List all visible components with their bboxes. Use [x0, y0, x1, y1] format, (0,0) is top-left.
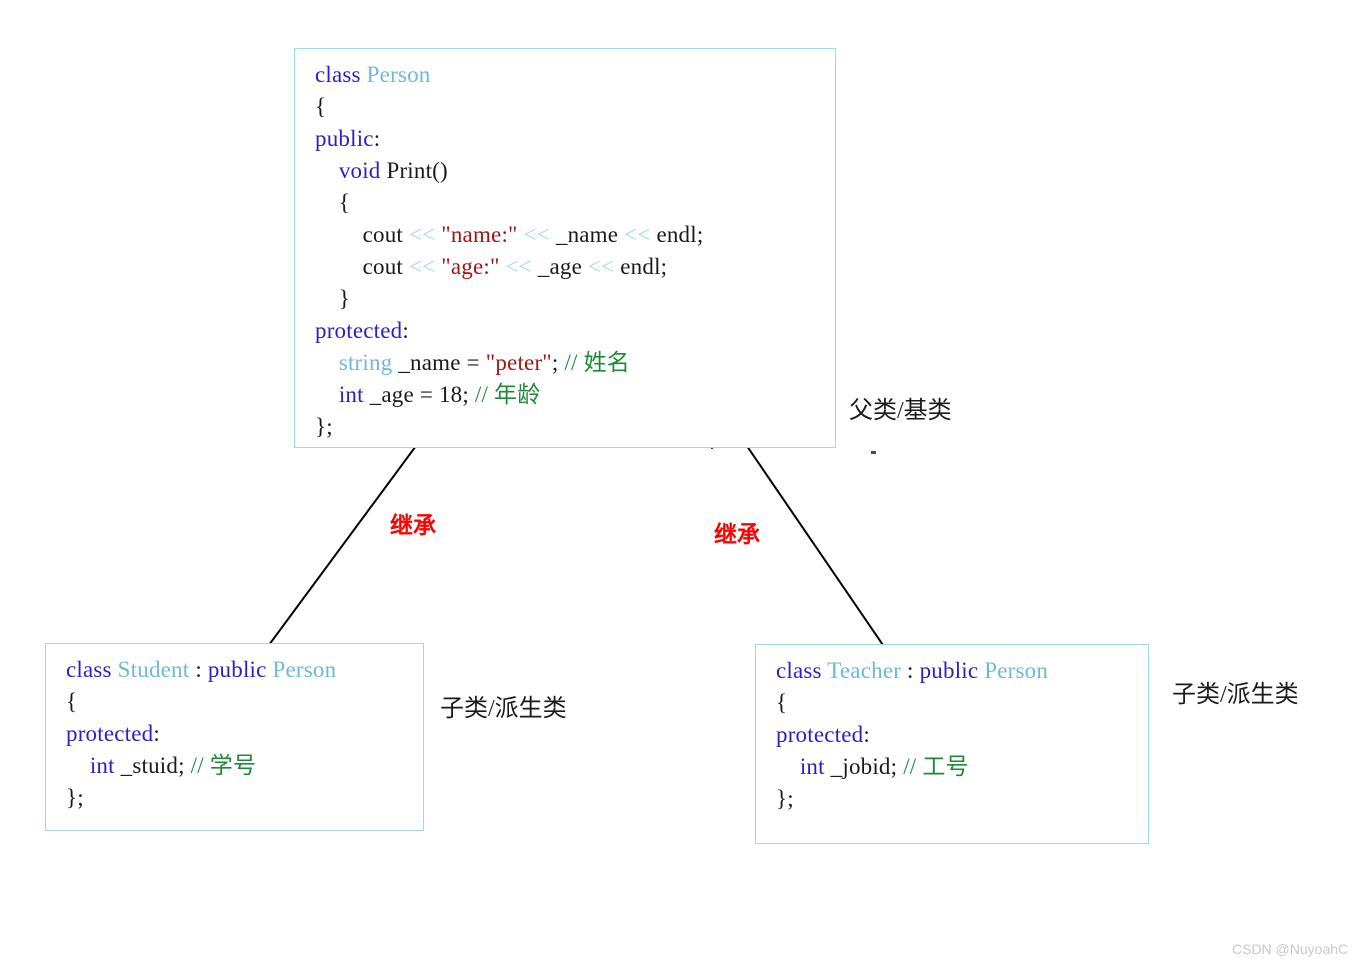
- code-token: Teacher: [827, 658, 908, 683]
- code-token: :: [863, 722, 870, 747]
- code-line: {: [315, 187, 821, 219]
- code-token: class: [66, 657, 118, 682]
- code-token: void: [338, 158, 387, 183]
- code-token: <<: [523, 222, 556, 247]
- code-token: _name =: [398, 350, 486, 375]
- person-class-box: class Person { public: void Print() { cout…: [294, 48, 836, 448]
- parent-class-label: 父类/基类: [849, 398, 952, 424]
- code-token: protected: [315, 318, 403, 343]
- code-token: public: [919, 658, 985, 683]
- inherit-label-right: 继承: [714, 522, 760, 547]
- code-token: };: [315, 414, 333, 439]
- code-token: int: [799, 754, 831, 779]
- code-token: public: [207, 657, 273, 682]
- diagram-canvas: class Person { public: void Print() { cout…: [0, 0, 1352, 970]
- code-token: public: [315, 126, 374, 151]
- code-line: int _stuid; // 学号: [66, 750, 409, 782]
- code-token: <<: [505, 254, 538, 279]
- code-token: endl;: [620, 254, 668, 279]
- code-line: string _name = "peter"; // 姓名: [315, 347, 821, 379]
- inherit-label-left: 继承: [390, 513, 436, 538]
- code-token: <<: [587, 254, 621, 279]
- code-line: cout << "age:" << _age << endl;: [315, 251, 821, 283]
- code-token: }: [315, 286, 351, 311]
- code-token: "age:": [441, 254, 500, 279]
- teacher-class-box: class Teacher : public Person { protected:…: [755, 644, 1149, 844]
- code-token: {: [66, 689, 78, 714]
- code-token: // 姓名: [564, 350, 630, 375]
- code-token: <<: [408, 254, 442, 279]
- code-line: cout << "name:" << _name << endl;: [315, 219, 821, 251]
- code-line: }: [315, 283, 821, 315]
- code-token: cout: [315, 254, 409, 279]
- code-token: _name: [555, 222, 625, 247]
- code-token: protected: [66, 721, 154, 746]
- code-token: :: [373, 126, 381, 151]
- child-class-label-teacher: 子类/派生类: [1172, 682, 1299, 708]
- code-token: <<: [624, 222, 657, 247]
- code-line: };: [66, 782, 409, 814]
- code-token: ;: [551, 350, 565, 375]
- code-token: Person: [984, 658, 1049, 683]
- code-line: };: [315, 411, 821, 443]
- code-token: Print(): [386, 158, 448, 183]
- code-line: protected:: [66, 718, 409, 750]
- code-token: :: [907, 658, 920, 683]
- code-token: :: [195, 657, 208, 682]
- code-token: cout: [315, 222, 409, 247]
- code-token: string: [338, 350, 399, 375]
- student-class-box: class Student : public Person { protected:…: [45, 643, 424, 831]
- code-token: _stuid;: [120, 753, 191, 778]
- code-token: endl;: [656, 222, 704, 247]
- code-token: {: [776, 690, 788, 715]
- code-token: _age: [537, 254, 588, 279]
- code-token: {: [315, 190, 351, 215]
- child-class-label-student: 子类/派生类: [440, 696, 567, 722]
- code-token: protected: [776, 722, 864, 747]
- code-line: {: [66, 686, 409, 718]
- code-token: };: [66, 785, 84, 810]
- code-token: :: [402, 318, 409, 343]
- csdn-watermark: CSDN @NuyoahC: [1232, 941, 1349, 957]
- teacher-code: class Teacher : public Person { protected:…: [776, 655, 1134, 815]
- code-line: class Student : public Person: [66, 654, 409, 686]
- code-line: {: [776, 687, 1134, 719]
- code-token: Person: [366, 62, 431, 87]
- code-line: {: [315, 91, 821, 123]
- code-token: :: [153, 721, 160, 746]
- code-line: void Print(): [315, 155, 821, 187]
- code-token: class: [315, 62, 367, 87]
- code-token: // 工号: [903, 754, 969, 779]
- code-token: "name:": [441, 222, 518, 247]
- code-token: // 学号: [190, 753, 257, 778]
- code-token: int: [338, 382, 370, 407]
- code-token: Person: [272, 657, 337, 682]
- stray-dot-artifact: [871, 451, 876, 454]
- code-token: };: [776, 786, 794, 811]
- code-line: class Teacher : public Person: [776, 655, 1134, 687]
- code-token: class: [776, 658, 828, 683]
- code-line: };: [776, 783, 1134, 815]
- code-token: {: [315, 94, 327, 119]
- code-token: int: [89, 753, 121, 778]
- code-line: protected:: [315, 315, 821, 347]
- code-token: _jobid;: [830, 754, 904, 779]
- student-code: class Student : public Person { protected:…: [66, 654, 409, 814]
- code-line: public:: [315, 123, 821, 155]
- code-line: protected:: [776, 719, 1134, 751]
- code-token: Student: [117, 657, 196, 682]
- code-line: class Person: [315, 59, 821, 91]
- code-line: int _age = 18; // 年龄: [315, 379, 821, 411]
- code-token: _age = 18;: [369, 382, 475, 407]
- code-token: <<: [408, 222, 442, 247]
- person-code: class Person { public: void Print() { cout…: [315, 59, 821, 443]
- code-token: "peter": [485, 350, 552, 375]
- code-token: // 年龄: [474, 382, 541, 407]
- code-line: int _jobid; // 工号: [776, 751, 1134, 783]
